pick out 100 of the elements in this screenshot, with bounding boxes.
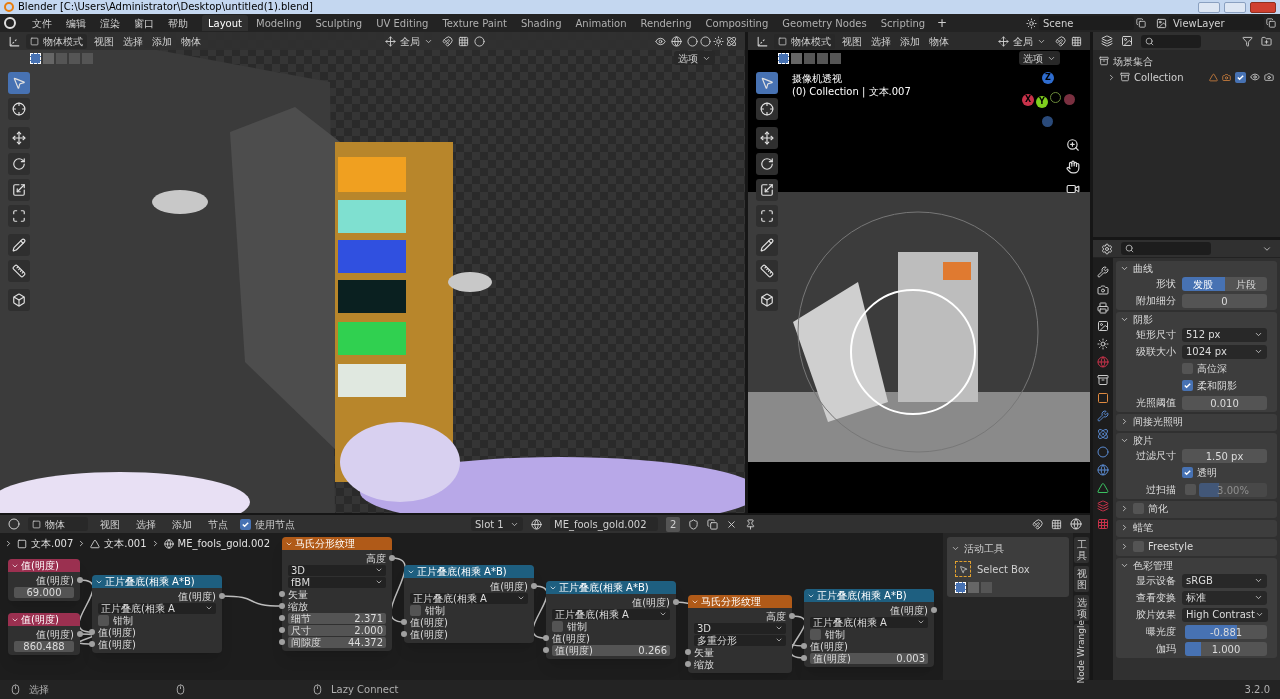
node-dropdown[interactable]: 3D bbox=[288, 564, 386, 576]
menu-item[interactable]: 视图 bbox=[96, 516, 124, 532]
workspace-tab[interactable]: Sculpting bbox=[309, 15, 369, 31]
toggle-option[interactable]: 发股 bbox=[1182, 276, 1225, 291]
node-dropdown[interactable]: 正片叠底(相乘 A bbox=[98, 602, 216, 614]
chevron-right-icon[interactable] bbox=[1107, 72, 1116, 82]
node-socket[interactable] bbox=[789, 613, 795, 619]
menu-item[interactable]: 视图 bbox=[840, 33, 864, 49]
new-view-layer-icon[interactable] bbox=[1266, 18, 1276, 28]
checkbox[interactable] bbox=[810, 628, 821, 640]
dropdown[interactable]: sRGB bbox=[1182, 573, 1267, 588]
checkbox[interactable] bbox=[410, 604, 421, 616]
workspace-tab[interactable]: Layout bbox=[202, 15, 248, 31]
menu-item[interactable]: 编辑 bbox=[60, 15, 92, 31]
measure-icon[interactable] bbox=[8, 260, 30, 282]
data-icon[interactable] bbox=[1097, 482, 1109, 494]
panel-header[interactable]: 间接光照明 bbox=[1120, 414, 1273, 429]
select-extend-icon[interactable] bbox=[791, 52, 802, 64]
menu-item[interactable]: 帮助 bbox=[162, 15, 194, 31]
axis-handle[interactable] bbox=[1042, 116, 1053, 127]
particles-icon[interactable] bbox=[1097, 428, 1109, 440]
panel-header[interactable]: Freestyle bbox=[1120, 539, 1273, 554]
close-icon[interactable] bbox=[726, 518, 738, 530]
texture-icon[interactable] bbox=[1097, 518, 1109, 530]
select-invert-icon[interactable] bbox=[817, 52, 828, 64]
collection-icon[interactable] bbox=[1097, 374, 1109, 386]
node-field[interactable]: 69.000 bbox=[14, 586, 74, 598]
node-dropdown[interactable]: 多重分形 bbox=[694, 634, 786, 646]
world-icon[interactable] bbox=[1097, 356, 1109, 368]
transform-icon[interactable] bbox=[8, 205, 30, 227]
modifier-icon[interactable] bbox=[1097, 410, 1109, 422]
node-field[interactable]: 值(明度) 0.003 bbox=[810, 652, 928, 664]
sidebar-tab[interactable]: 选项 bbox=[1074, 595, 1089, 621]
node-dropdown[interactable]: 3D bbox=[694, 622, 786, 634]
panel-header[interactable]: 简化 bbox=[1120, 501, 1273, 516]
dropdown[interactable]: 512 px bbox=[1182, 327, 1267, 342]
measure-icon[interactable] bbox=[756, 260, 778, 282]
select-intersect-icon[interactable] bbox=[830, 52, 841, 64]
menu-item[interactable]: 窗口 bbox=[128, 15, 160, 31]
filter-icon[interactable] bbox=[1242, 35, 1253, 47]
select-new-icon[interactable] bbox=[30, 52, 41, 64]
node[interactable]: 值(明度) 值(明度) 860.488 bbox=[8, 613, 80, 655]
menu-item[interactable]: 视图 bbox=[92, 33, 116, 49]
select-box-icon[interactable] bbox=[955, 561, 971, 577]
editor-type-icon[interactable] bbox=[1101, 242, 1113, 255]
grid-icon[interactable] bbox=[1051, 518, 1062, 530]
panel-header[interactable]: 阴影 bbox=[1120, 312, 1273, 327]
workspace-tab[interactable]: Rendering bbox=[634, 15, 698, 31]
node-field[interactable]: 间隙度 44.372 bbox=[288, 636, 386, 648]
object-dropdown[interactable]: 物体 bbox=[28, 517, 88, 531]
node-field[interactable]: 细节 2.371 bbox=[288, 612, 386, 624]
checkbox[interactable] bbox=[98, 614, 109, 626]
node-field[interactable]: 尺寸 2.000 bbox=[288, 624, 386, 636]
mode-dropdown[interactable]: 物体模式 bbox=[774, 33, 835, 49]
dropdown[interactable]: 1024 px bbox=[1182, 344, 1267, 359]
node[interactable]: 正片叠底(相乘 A*B) 值(明度) 正片叠底(相乘 A 钳制 值(明度) 值(明度) 0.003 bbox=[804, 589, 934, 667]
toggle-option[interactable]: 片段 bbox=[1224, 276, 1267, 291]
node[interactable]: 正片叠底(相乘 A*B) 值(明度) 正片叠底(相乘 A 钳制 值(明度) 值(明度) bbox=[92, 575, 222, 653]
axis-handle[interactable] bbox=[1064, 94, 1075, 105]
search-field[interactable] bbox=[1121, 242, 1211, 255]
scale-icon[interactable] bbox=[8, 179, 30, 201]
workspace-tab[interactable]: Compositing bbox=[699, 15, 775, 31]
output-icon[interactable] bbox=[1097, 302, 1109, 314]
sidebar-tab[interactable]: 工具 bbox=[1074, 537, 1089, 563]
close-button[interactable] bbox=[1250, 1, 1276, 13]
workspace-tab[interactable]: UV Editing bbox=[370, 15, 435, 31]
dropdown[interactable]: High Contrast bbox=[1182, 607, 1268, 622]
editor-type-icon[interactable] bbox=[756, 34, 769, 48]
solid-icon[interactable] bbox=[700, 35, 711, 47]
select-subtract-icon[interactable] bbox=[804, 52, 815, 64]
mode-dropdown[interactable]: 物体模式 bbox=[26, 33, 87, 49]
node[interactable]: 正片叠底(相乘 A*B) 值(明度) 正片叠底(相乘 A 钳制 值(明度) 值(明度) bbox=[404, 565, 534, 643]
number-field[interactable]: 0 bbox=[1182, 293, 1267, 308]
duplicate-icon[interactable] bbox=[707, 518, 719, 530]
view-layer-field[interactable]: ViewLayer bbox=[1169, 16, 1264, 30]
fake-user-icon[interactable] bbox=[688, 518, 700, 530]
workspace-tab[interactable]: Animation bbox=[569, 15, 633, 31]
chevron-down-icon[interactable] bbox=[951, 544, 960, 553]
editor-type-icon[interactable] bbox=[1101, 35, 1113, 47]
node[interactable]: 正片叠底(相乘 A*B) 值(明度) 正片叠底(相乘 A 钳制 值(明度) 值(明度) 0.266 bbox=[546, 581, 676, 659]
menu-item[interactable]: 选择 bbox=[869, 33, 893, 49]
cursor-icon[interactable] bbox=[8, 98, 30, 120]
menu-item[interactable]: 物体 bbox=[927, 33, 951, 49]
scene-icon[interactable] bbox=[1026, 17, 1037, 29]
pan-hand-icon[interactable] bbox=[1066, 160, 1080, 174]
menu-item[interactable]: 选择 bbox=[121, 33, 145, 49]
node-socket[interactable] bbox=[673, 599, 679, 605]
menu-item[interactable]: 添加 bbox=[898, 33, 922, 49]
pin-icon[interactable] bbox=[745, 518, 757, 530]
visibility-icon[interactable] bbox=[1250, 72, 1260, 82]
add-cube-icon[interactable] bbox=[8, 289, 30, 311]
panel-header[interactable]: 曲线 bbox=[1120, 261, 1273, 276]
tool-icon[interactable] bbox=[1097, 266, 1109, 278]
orientation-dropdown[interactable]: 全局 bbox=[381, 33, 437, 49]
move-icon[interactable] bbox=[8, 127, 30, 149]
editor-type-icon[interactable] bbox=[8, 34, 21, 48]
render-icon[interactable] bbox=[1264, 72, 1274, 82]
menu-item[interactable]: 文件 bbox=[26, 15, 58, 31]
add-workspace-button[interactable]: + bbox=[933, 14, 952, 32]
node-dropdown[interactable]: 正片叠底(相乘 A bbox=[552, 608, 670, 620]
